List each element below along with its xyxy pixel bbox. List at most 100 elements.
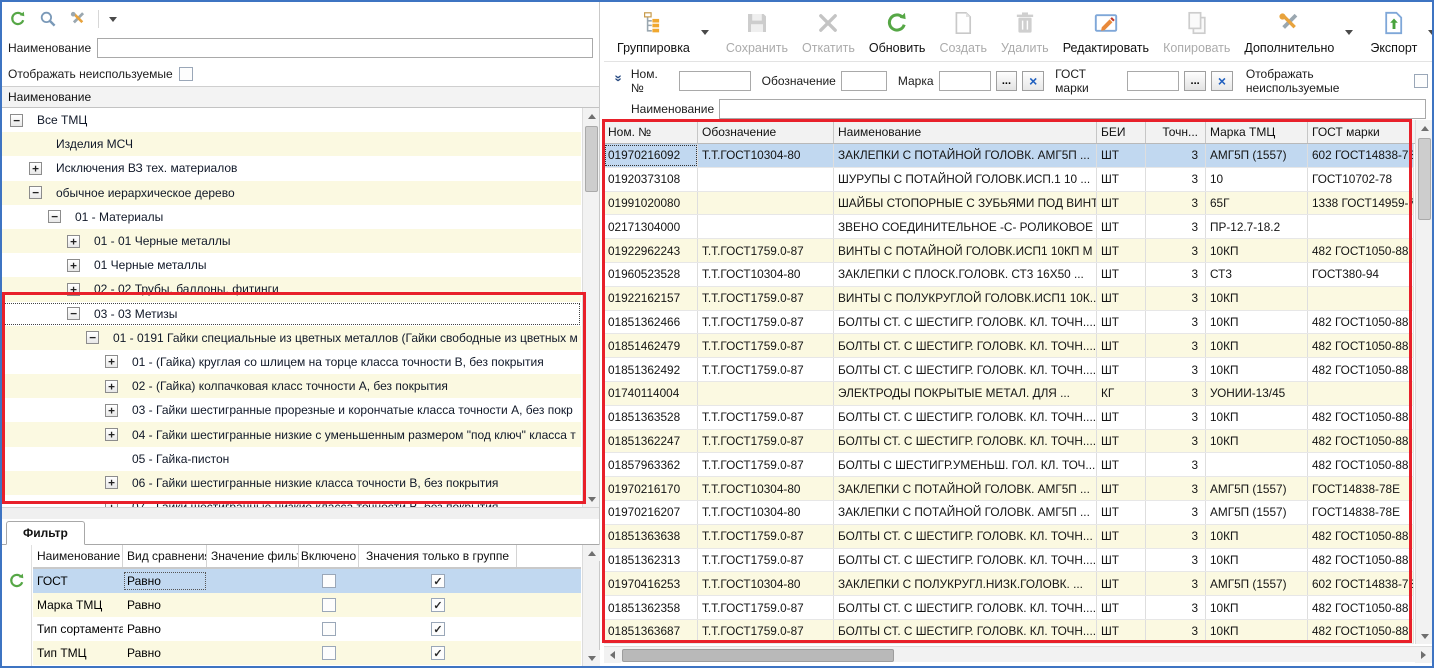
toolbar-button-export[interactable]: Экспорт [1363,4,1424,61]
collapse-icon[interactable]: − [10,114,23,127]
filter-enabled-checkbox[interactable] [322,622,336,636]
items-table-row[interactable]: 02171304000ЗВЕНО СОЕДИНИТЕЛЬНОЕ -С- РОЛИ… [604,215,1414,239]
filter-row[interactable]: Тип ТМЦРавно ✓ [33,641,581,665]
filter-enabled-checkbox[interactable] [322,574,336,588]
scroll-left-button[interactable] [604,647,621,663]
settings-icon[interactable] [68,9,88,29]
items-table-row[interactable]: 01991020080ШАЙБЫ СТОПОРНЫЕ С ЗУБЬЯМИ ПОД… [604,192,1414,216]
filter-row[interactable]: ГОСТРавно✓ [33,569,581,593]
filter-comparison-cell[interactable]: Равно [123,646,207,660]
items-table-row[interactable]: 01851363528Т.Т.ГОСТ1759.0-87БОЛТЫ СТ. С … [604,406,1414,430]
filter-vertical-scrollbar[interactable] [582,545,599,666]
filter-group-only-checkbox[interactable]: ✓ [431,646,445,660]
toolbar-dropdown-caret[interactable] [109,17,117,22]
tree-item[interactable]: −03 - 03 Метизы [2,302,581,326]
expand-icon[interactable]: + [105,476,118,489]
filter-name-cell[interactable]: Тип ТМЦ [33,646,123,660]
collapse-icon[interactable]: − [67,307,80,320]
scroll-down-button[interactable] [583,650,600,666]
search-icon[interactable] [38,9,58,29]
tree-show-unused-checkbox[interactable] [179,67,193,81]
expand-icon[interactable]: + [105,501,118,507]
scroll-down-button[interactable] [1416,628,1432,644]
toolbar-button-grouping[interactable]: Группировка [610,4,697,61]
items-column-header[interactable]: Наименование [834,120,1097,143]
tree-item[interactable]: −Все ТМЦ [2,108,581,132]
scrollbar-thumb[interactable] [1418,138,1431,220]
scroll-up-button[interactable] [583,108,599,124]
expand-icon[interactable]: + [67,235,80,248]
filter-group-only-checkbox[interactable]: ✓ [431,622,445,636]
tree-item[interactable]: +01 - (Гайка) круглая со шлицем на торце… [2,350,581,374]
toolbar-button-edit[interactable]: Редактировать [1056,4,1156,61]
collapse-filters-icon[interactable]: » [611,74,626,88]
refresh-icon[interactable] [8,9,28,29]
items-table-row[interactable]: 01851363638Т.Т.ГОСТ1759.0-87БОЛТЫ СТ. С … [604,525,1414,549]
items-table-row[interactable]: 01851462479Т.Т.ГОСТ1759.0-87БОЛТЫ СТ. С … [604,334,1414,358]
filter-column-header[interactable]: Вид сравнения [123,545,207,567]
items-table-row[interactable]: 01970216170Т.Т.ГОСТ10304-80ЗАКЛЕПКИ С ПО… [604,477,1414,501]
items-table-row[interactable]: 01922962243Т.Т.ГОСТ1759.0-87ВИНТЫ С ПОТА… [604,239,1414,263]
mark-lookup-button[interactable]: ... [996,71,1018,91]
filter-column-header[interactable]: Наименование [33,545,123,567]
items-table-row[interactable]: 01851362313Т.Т.ГОСТ1759.0-87БОЛТЫ СТ. С … [604,549,1414,573]
mark-clear-button[interactable]: × [1022,71,1044,91]
scroll-up-button[interactable] [1416,120,1432,136]
items-table-row[interactable]: 01851362466Т.Т.ГОСТ1759.0-87БОЛТЫ СТ. С … [604,311,1414,335]
items-table-row[interactable]: 01970216092Т.Т.ГОСТ10304-80ЗАКЛЕПКИ С ПО… [604,144,1414,168]
scrollbar-thumb[interactable] [622,649,894,662]
items-show-unused-checkbox[interactable] [1414,74,1428,88]
tree-item[interactable]: +Исключения ВЗ тех. материалов [2,156,581,180]
filter-comparison-cell[interactable]: Равно [123,571,207,591]
toolbar-dropdown-caret[interactable] [1424,4,1434,61]
tab-filter[interactable]: Фильтр [6,521,85,545]
expand-icon[interactable]: + [67,283,80,296]
items-table-row[interactable]: 01851362247Т.Т.ГОСТ1759.0-87БОЛТЫ СТ. С … [604,430,1414,454]
tree-item[interactable]: +02 - 02 Трубы, баллоны, фитинги [2,277,581,301]
tree-item[interactable]: +07 - Гайки шестигранные низкие класса т… [2,495,581,507]
items-table-row[interactable]: 01851362358Т.Т.ГОСТ1759.0-87БОЛТЫ СТ. С … [604,596,1414,620]
items-name-filter-input[interactable] [719,99,1426,119]
expand-icon[interactable]: + [29,162,42,175]
tree-item[interactable]: +01 Черные металлы [2,253,581,277]
designation-filter-input[interactable] [841,71,887,91]
expand-icon[interactable]: + [105,404,118,417]
filter-row[interactable]: Тип сортаментаРавно✓ [33,617,581,641]
filter-enabled-checkbox[interactable] [322,646,336,660]
tree-item[interactable]: +06 - Гайки шестигранные низкие класса т… [2,471,581,495]
tree-item[interactable]: +02 - (Гайка) колпачковая класс точности… [2,374,581,398]
tree-item[interactable]: 05 - Гайка-пистон [2,447,581,471]
items-table-row[interactable]: 01970216207Т.Т.ГОСТ10304-80ЗАКЛЕПКИ С ПО… [604,501,1414,525]
tree-item[interactable]: +01 - 01 Черные металлы [2,229,581,253]
tree-item[interactable]: +03 - Гайки шестигранные прорезные и кор… [2,398,581,422]
filter-group-only-checkbox[interactable]: ✓ [431,574,445,588]
mark-filter-input[interactable] [939,71,991,91]
filter-row[interactable]: Марка ТМЦРавно✓ [33,593,581,617]
filter-enabled-checkbox[interactable] [322,598,336,612]
items-column-header[interactable]: ГОСТ марки [1308,120,1432,143]
toolbar-dropdown-caret[interactable] [1341,4,1357,61]
items-column-header[interactable]: БЕИ [1097,120,1146,143]
items-table-row[interactable]: 01922162157Т.Т.ГОСТ1759.0-87ВИНТЫ С ПОЛУ… [604,287,1414,311]
gost-mark-clear-button[interactable]: × [1211,71,1233,91]
items-table-row[interactable]: 01857963362Т.Т.ГОСТ1759.0-87БОЛТЫ С ШЕСТ… [604,453,1414,477]
toolbar-button-tools[interactable]: Дополнительно [1237,4,1341,61]
filter-column-header[interactable]: Значение фильт... [207,545,299,567]
scrollbar-thumb[interactable] [585,126,598,192]
items-table-row[interactable]: 01920373108ШУРУПЫ С ПОТАЙНОЙ ГОЛОВК.ИСП.… [604,168,1414,192]
items-table-row[interactable]: 01740114004ЭЛЕКТРОДЫ ПОКРЫТЫЕ МЕТАЛ. ДЛЯ… [604,382,1414,406]
filter-comparison-cell[interactable]: Равно [123,622,207,636]
tree-column-header[interactable]: Наименование [2,86,599,108]
toolbar-dropdown-caret[interactable] [697,4,713,61]
expand-icon[interactable]: + [105,380,118,393]
items-vertical-scrollbar[interactable] [1415,120,1432,644]
collapse-icon[interactable]: − [48,210,61,223]
gost-mark-lookup-button[interactable]: ... [1184,71,1206,91]
expand-icon[interactable]: + [105,428,118,441]
items-table-row[interactable]: 01851362492Т.Т.ГОСТ1759.0-87БОЛТЫ СТ. С … [604,358,1414,382]
filter-name-cell[interactable]: Марка ТМЦ [33,598,123,612]
items-column-header[interactable]: Точн... [1146,120,1206,143]
tree-item[interactable]: Изделия МСЧ [2,132,581,156]
items-horizontal-scrollbar[interactable] [604,646,1432,662]
filter-comparison-cell[interactable]: Равно [123,598,207,612]
